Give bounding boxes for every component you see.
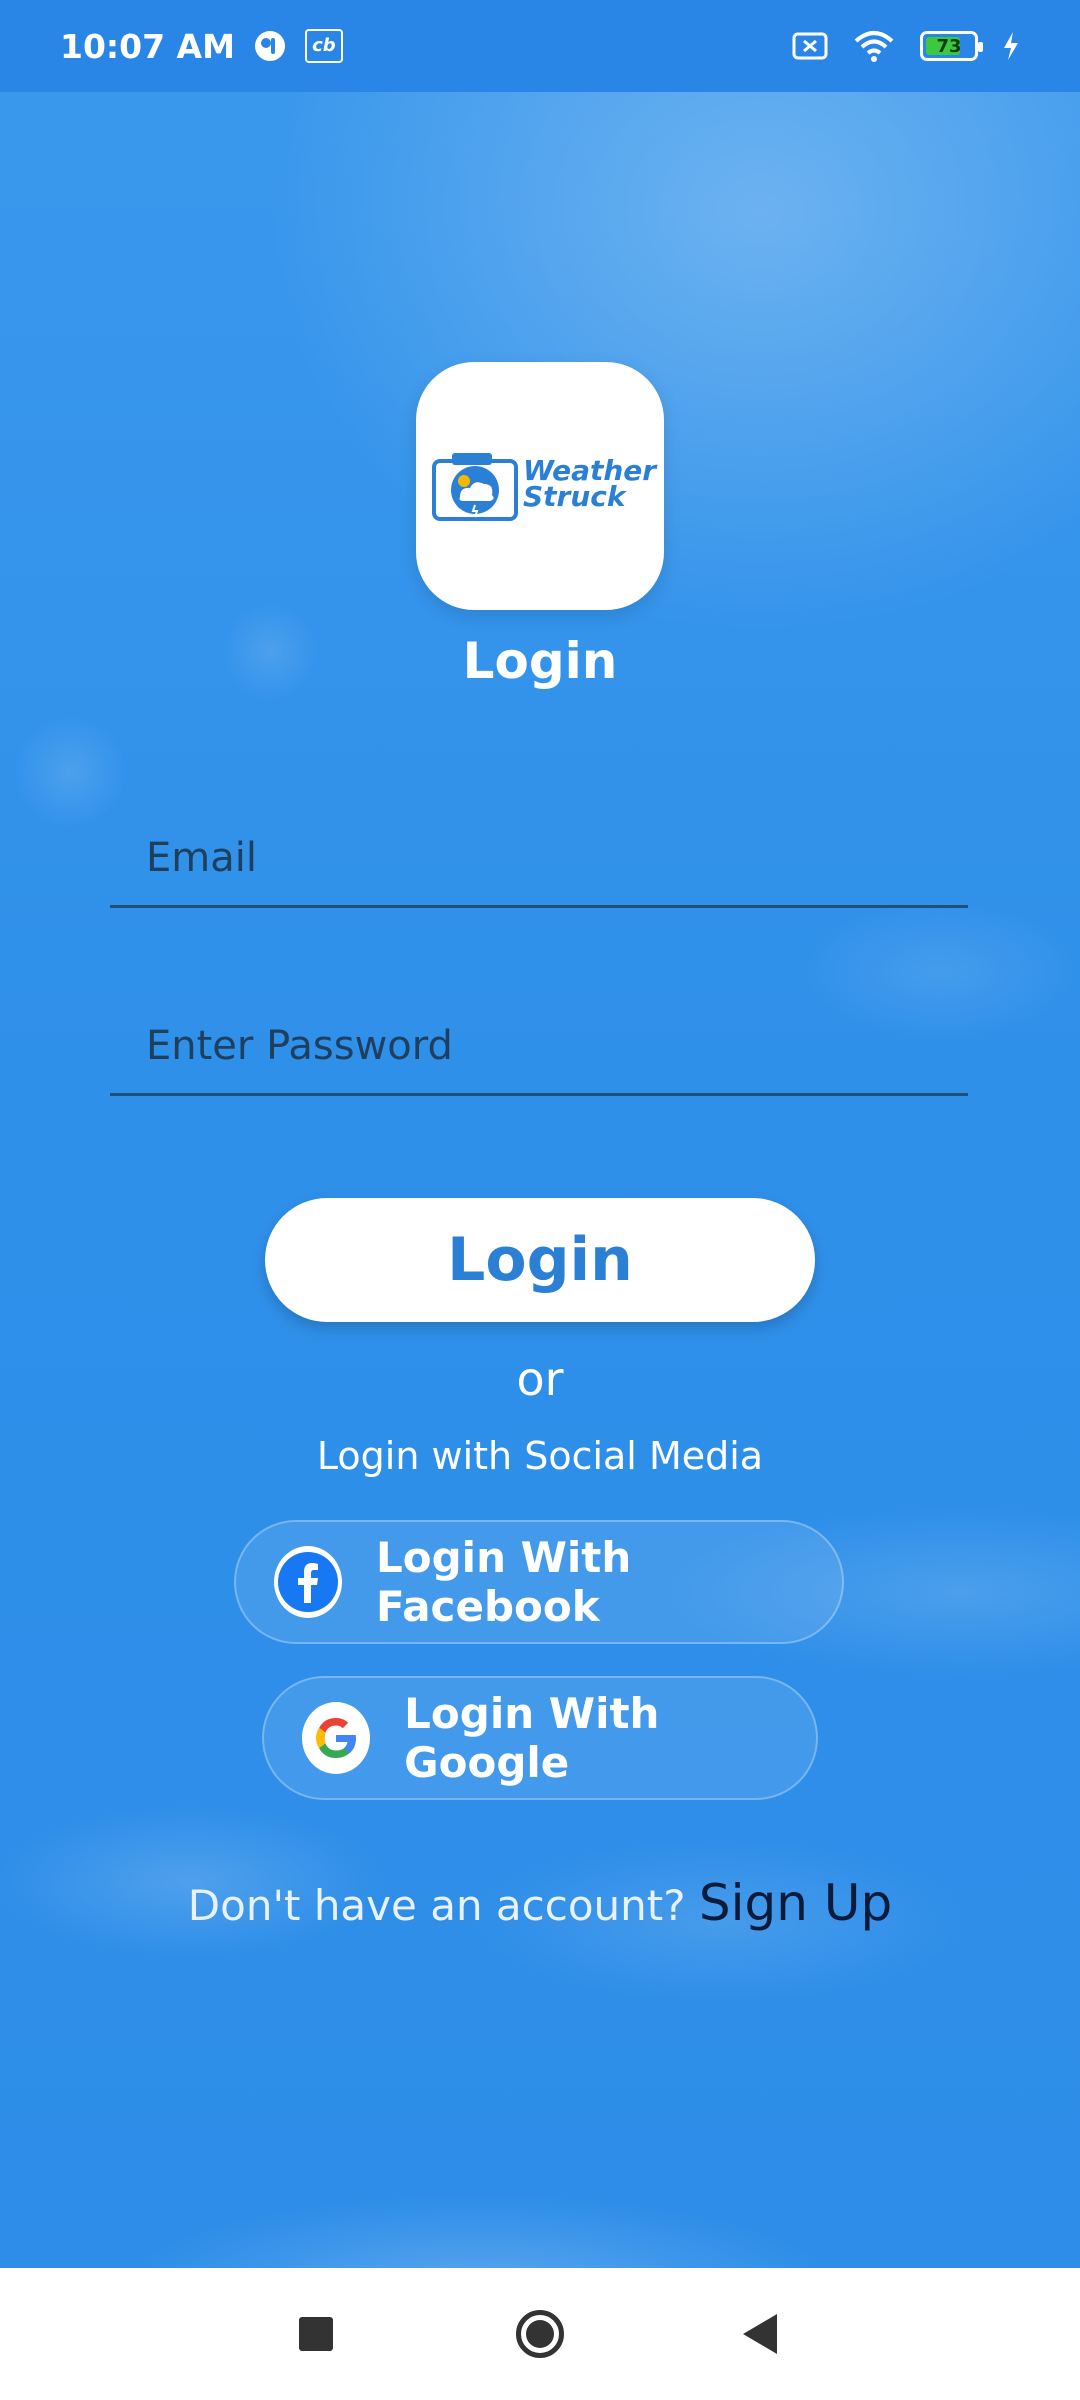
battery-icon: 73 <box>920 31 983 61</box>
email-field-container <box>110 812 968 908</box>
battery-level: 73 <box>936 35 962 57</box>
back-icon <box>743 2314 777 2354</box>
status-bar: 10:07 AM cb 73 <box>0 0 1080 92</box>
no-account-text: Don't have an account? <box>187 1881 686 1930</box>
logo-line2: Struck <box>523 480 626 513</box>
notification-icon <box>253 29 287 63</box>
email-field[interactable] <box>144 812 948 904</box>
facebook-login-label: Login With Facebook <box>375 1533 632 1631</box>
facebook-icon <box>274 1546 342 1618</box>
login-button[interactable]: Login <box>265 1198 815 1322</box>
home-button[interactable] <box>470 2268 610 2400</box>
google-icon <box>302 1702 371 1774</box>
password-field-container <box>110 1000 968 1096</box>
facebook-login-button[interactable]: Login With Facebook <box>234 1520 844 1644</box>
status-time: 10:07 AM <box>60 26 235 66</box>
recents-button[interactable] <box>246 2268 386 2400</box>
google-login-button[interactable]: Login With Google <box>262 1676 818 1800</box>
system-nav-bar <box>0 2268 1080 2400</box>
social-login-text: Login with Social Media <box>316 1434 764 1478</box>
or-text: or <box>516 1352 564 1406</box>
screen-record-icon <box>792 32 828 60</box>
google-login-label: Login With Google <box>404 1689 660 1787</box>
status-left: 10:07 AM cb <box>60 27 343 66</box>
back-button[interactable] <box>690 2268 830 2400</box>
password-field[interactable] <box>144 1000 948 1092</box>
wifi-icon <box>852 29 896 63</box>
signup-row: Don't have an account? Sign Up <box>0 1874 1080 1932</box>
cb-icon: cb <box>304 29 343 63</box>
home-icon <box>516 2310 564 2358</box>
page-title: Login <box>462 632 618 690</box>
signup-link[interactable]: Sign Up <box>699 1874 892 1932</box>
status-right: 73 <box>792 29 1020 63</box>
app-logo: Weather Struck <box>416 362 664 610</box>
recents-icon <box>299 2317 333 2351</box>
battery-cap <box>978 42 983 52</box>
charging-icon <box>1002 31 1020 61</box>
